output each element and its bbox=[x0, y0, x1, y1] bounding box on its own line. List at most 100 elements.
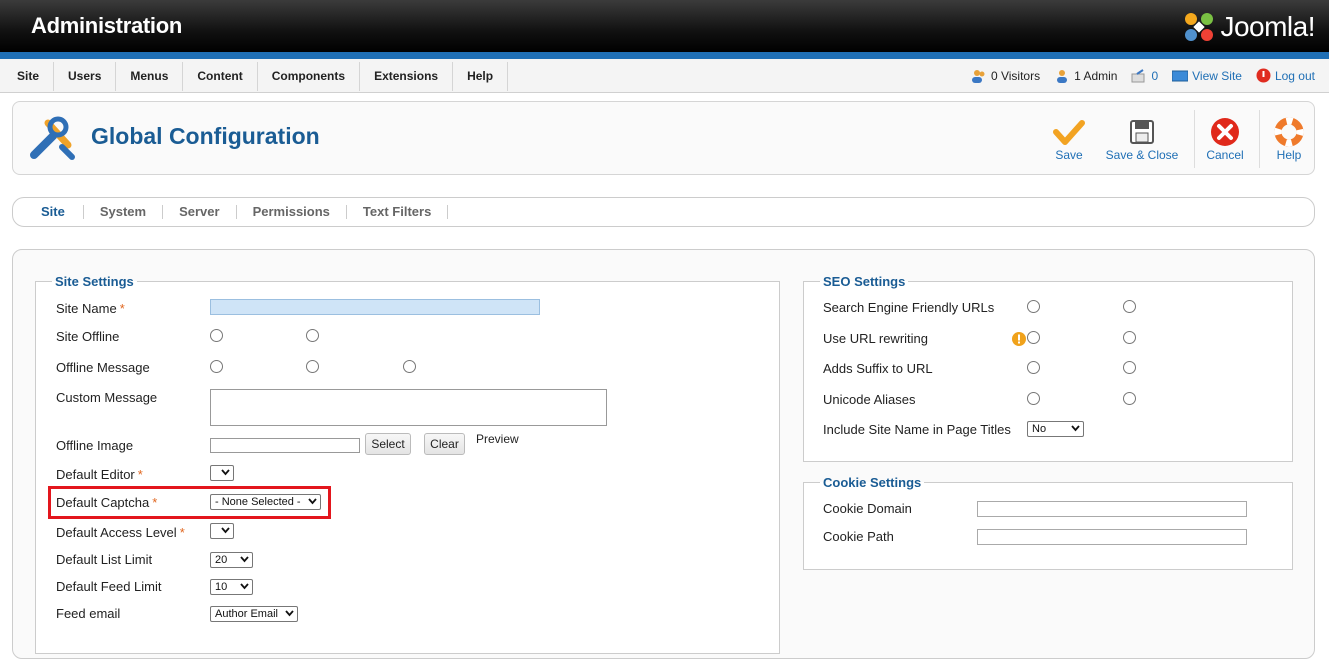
config-panel: Site Settings Site Name * Site Offline Of… bbox=[12, 249, 1315, 659]
chevron-down-icon bbox=[285, 610, 294, 617]
preview-label: Preview bbox=[476, 432, 519, 446]
cookie-settings-legend: Cookie Settings bbox=[823, 475, 922, 490]
unicode-aliases-radio-yes[interactable] bbox=[1027, 392, 1040, 405]
cancel-label: Cancel bbox=[1206, 148, 1244, 162]
save-button[interactable]: Save bbox=[1049, 116, 1089, 162]
default-list-limit-label: Default List Limit bbox=[56, 552, 153, 567]
chevron-down-icon bbox=[240, 583, 249, 590]
chevron-down-icon bbox=[221, 469, 230, 476]
cancel-icon bbox=[1211, 118, 1239, 146]
menu-extensions[interactable]: Extensions bbox=[360, 62, 454, 91]
messages-status[interactable]: 0 bbox=[1131, 69, 1158, 83]
offline-message-radio-3[interactable] bbox=[403, 360, 416, 373]
default-access-select[interactable] bbox=[210, 523, 234, 539]
default-captcha-select[interactable]: - None Selected - bbox=[210, 494, 321, 510]
site-name-titles-select[interactable]: No bbox=[1027, 421, 1084, 437]
offline-message-radio-1[interactable] bbox=[210, 360, 223, 373]
monitor-icon bbox=[1172, 70, 1189, 81]
chevron-down-icon bbox=[221, 527, 230, 534]
feed-email-label: Feed email bbox=[56, 606, 121, 621]
floppy-disk-icon bbox=[1130, 120, 1154, 144]
tab-site[interactable]: Site bbox=[23, 205, 84, 219]
url-rewriting-radio-yes[interactable] bbox=[1027, 331, 1040, 344]
url-rewriting-radio-no[interactable] bbox=[1123, 331, 1136, 344]
header-title: Administration bbox=[31, 13, 183, 38]
list-limit-value: 20 bbox=[215, 554, 228, 566]
messages-count: 0 bbox=[1151, 68, 1159, 83]
logout-link[interactable]: Log out bbox=[1256, 68, 1315, 83]
main-menu: Site Users Menus Content Components Exte… bbox=[5, 62, 509, 91]
visitors-count: 0 Visitors bbox=[990, 68, 1041, 83]
select-image-button[interactable]: Select bbox=[365, 433, 411, 455]
joomla-logo-icon bbox=[1185, 13, 1214, 41]
menu-content[interactable]: Content bbox=[183, 62, 258, 91]
menu-components[interactable]: Components bbox=[258, 62, 361, 91]
seo-settings-legend: SEO Settings bbox=[823, 274, 906, 289]
config-tools-icon bbox=[30, 116, 75, 160]
custom-message-textarea[interactable] bbox=[210, 389, 607, 426]
save-close-button[interactable]: Save & Close bbox=[1104, 116, 1180, 162]
default-list-limit-select[interactable]: 20 bbox=[210, 552, 253, 568]
page-title: Global Configuration bbox=[91, 123, 320, 149]
status-bar: 0 Visitors 1 Admin 0 View Site Log out bbox=[957, 68, 1315, 83]
menu-help[interactable]: Help bbox=[453, 62, 509, 91]
config-tabs: Site System Server Permissions Text Filt… bbox=[12, 197, 1315, 227]
toolbar-divider bbox=[1194, 110, 1195, 168]
tab-permissions[interactable]: Permissions bbox=[237, 205, 347, 219]
menu-site[interactable]: Site bbox=[5, 62, 55, 91]
tab-server[interactable]: Server bbox=[163, 205, 237, 219]
main-menu-bar: Site Users Menus Content Components Exte… bbox=[0, 59, 1329, 93]
site-offline-radio-no[interactable] bbox=[306, 329, 319, 342]
sef-urls-radio-yes[interactable] bbox=[1027, 300, 1040, 313]
clear-image-button[interactable]: Clear bbox=[424, 433, 465, 455]
menu-users[interactable]: Users bbox=[54, 62, 117, 91]
cookie-path-label: Cookie Path bbox=[823, 529, 894, 544]
default-access-label: Default Access Level * bbox=[56, 525, 185, 540]
offline-image-input[interactable] bbox=[210, 438, 360, 453]
site-offline-radio-yes[interactable] bbox=[210, 329, 223, 342]
captcha-selected-value: - None Selected - bbox=[215, 496, 301, 508]
lifebuoy-icon bbox=[1274, 117, 1304, 147]
checkmark-icon bbox=[1053, 120, 1085, 145]
sef-urls-radio-no[interactable] bbox=[1123, 300, 1136, 313]
unicode-aliases-label: Unicode Aliases bbox=[823, 392, 916, 407]
unicode-aliases-radio-no[interactable] bbox=[1123, 392, 1136, 405]
default-feed-limit-label: Default Feed Limit bbox=[56, 579, 162, 594]
custom-message-label: Custom Message bbox=[56, 390, 158, 405]
feed-email-select[interactable]: Author Email bbox=[210, 606, 298, 622]
site-name-input[interactable] bbox=[210, 299, 540, 315]
toolbar: Global Configuration Save Save & Close C… bbox=[12, 101, 1315, 175]
cancel-button[interactable]: Cancel bbox=[1205, 116, 1245, 162]
offline-message-radio-2[interactable] bbox=[306, 360, 319, 373]
users-icon bbox=[971, 69, 985, 83]
default-editor-label: Default Editor * bbox=[56, 467, 143, 482]
help-button[interactable]: Help bbox=[1269, 116, 1309, 162]
joomla-logo[interactable]: Joomla! bbox=[1182, 9, 1315, 45]
suffix-label: Adds Suffix to URL bbox=[823, 361, 933, 376]
logout-label: Log out bbox=[1274, 68, 1315, 83]
tab-system[interactable]: System bbox=[84, 205, 164, 219]
cookie-domain-input[interactable] bbox=[977, 501, 1247, 517]
help-label: Help bbox=[1276, 148, 1302, 162]
suffix-radio-yes[interactable] bbox=[1027, 361, 1040, 374]
suffix-radio-no[interactable] bbox=[1123, 361, 1136, 374]
site-name-titles-label: Include Site Name in Page Titles bbox=[823, 422, 1011, 437]
save-label: Save bbox=[1055, 148, 1083, 162]
joomla-logo-text: Joomla! bbox=[1220, 11, 1315, 42]
view-site-label: View Site bbox=[1192, 68, 1242, 83]
admin-header: Administration Joomla! bbox=[0, 0, 1329, 59]
cookie-domain-label: Cookie Domain bbox=[823, 501, 912, 516]
default-feed-limit-select[interactable]: 10 bbox=[210, 579, 253, 595]
menu-menus[interactable]: Menus bbox=[116, 62, 184, 91]
admins-count: 1 Admin bbox=[1074, 68, 1118, 83]
site-offline-label: Site Offline bbox=[56, 329, 120, 344]
visitors-status: 0 Visitors bbox=[971, 69, 1040, 83]
tab-text-filters[interactable]: Text Filters bbox=[347, 205, 449, 219]
view-site-link[interactable]: View Site bbox=[1172, 69, 1242, 83]
warning-icon bbox=[1012, 332, 1026, 346]
chevron-down-icon bbox=[308, 498, 317, 505]
site-name-titles-value: No bbox=[1032, 423, 1047, 435]
site-settings-legend: Site Settings bbox=[55, 274, 134, 289]
default-editor-select[interactable] bbox=[210, 465, 234, 481]
cookie-path-input[interactable] bbox=[977, 529, 1247, 545]
